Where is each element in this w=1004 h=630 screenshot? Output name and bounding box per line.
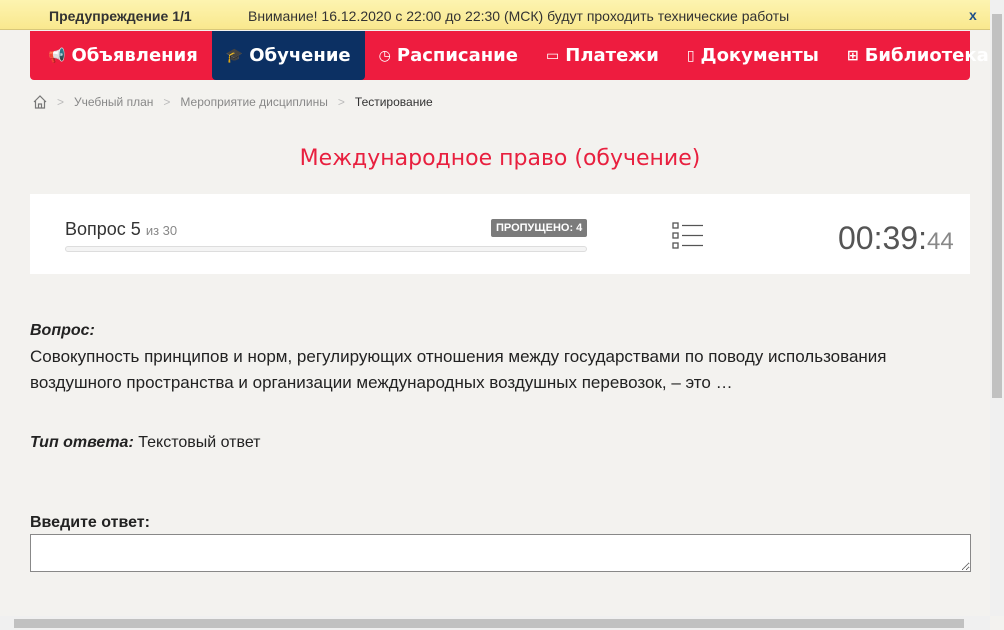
answer-type-label: Тип ответа: (30, 434, 134, 451)
nav-item-1[interactable]: 🎓 Обучение (211, 31, 365, 80)
close-warning-button[interactable]: x (969, 7, 977, 23)
question-heading: Вопрос: (30, 322, 95, 339)
question-list-icon[interactable] (672, 222, 704, 250)
nav-label: Библиотека (864, 45, 989, 66)
main-nav: 📢 Объявления 🎓 Обучение ◷ Расписание ▭ Платежи ▯… (30, 31, 1004, 80)
chevron-right-icon: > (57, 95, 65, 109)
test-status-card: Вопрос 5 из 30 ПРОПУЩЕНО: 4 00:39:44 (30, 194, 970, 274)
answer-type-value: Текстовый ответ (138, 434, 261, 451)
nav-item-0[interactable]: 📢 Объявления (30, 31, 212, 80)
question-number: Вопрос 5 (65, 219, 141, 239)
nav-label: Обучение (249, 45, 351, 66)
clock-icon: ◷ (378, 47, 391, 64)
answer-label: Введите ответ: (30, 514, 150, 531)
home-icon[interactable] (33, 95, 47, 109)
nav-label: Расписание (396, 45, 519, 66)
nav-label: Документы (700, 45, 819, 66)
graduation-cap-icon: 🎓 (225, 47, 244, 64)
breadcrumb: > Учебный план > Мероприятие дисциплины … (33, 95, 433, 109)
horizontal-scrollbar[interactable] (0, 616, 990, 630)
money-icon: ▭ (546, 47, 560, 64)
answer-input[interactable] (30, 534, 971, 572)
nav-item-2[interactable]: ◷ Расписание (365, 31, 532, 80)
breadcrumb-current: Тестирование (354, 95, 433, 109)
document-icon: ▯ (686, 47, 695, 64)
warning-message: Внимание! 16.12.2020 с 22:00 до 22:30 (М… (248, 8, 790, 24)
question-total: из 30 (145, 223, 178, 238)
book-icon: ⊞ (846, 47, 859, 64)
question-block: Вопрос: Совокупность принципов и норм, р… (30, 318, 930, 396)
breadcrumb-discipline-event[interactable]: Мероприятие дисциплины (180, 95, 327, 109)
vertical-scrollbar[interactable] (990, 0, 1004, 616)
nav-item-3[interactable]: ▭ Платежи (532, 31, 673, 80)
nav-label: Объявления (71, 45, 198, 66)
warning-banner: Предупреждение 1/1 Внимание! 16.12.2020 … (0, 0, 990, 30)
progress-bar (65, 246, 587, 252)
nav-item-5[interactable]: ⊞Библиотека⌄ (833, 31, 1004, 80)
question-text: Совокупность принципов и норм, регулирую… (30, 347, 887, 392)
timer: 00:39:44 (838, 220, 954, 256)
question-counter: Вопрос 5 из 30 (65, 219, 177, 240)
chevron-right-icon: > (163, 95, 171, 109)
breadcrumb-study-plan[interactable]: Учебный план (74, 95, 153, 109)
skipped-badge: ПРОПУЩЕНО: 4 (491, 219, 588, 237)
nav-label: Платежи (565, 45, 659, 66)
megaphone-icon: 📢 (48, 47, 66, 64)
warning-title: Предупреждение 1/1 (49, 8, 192, 24)
answer-type: Тип ответа: Текстовый ответ (30, 430, 261, 456)
nav-item-4[interactable]: ▯ Документы (673, 31, 833, 80)
chevron-right-icon: > (337, 95, 345, 109)
page-title: Международное право (обучение) (299, 146, 701, 171)
